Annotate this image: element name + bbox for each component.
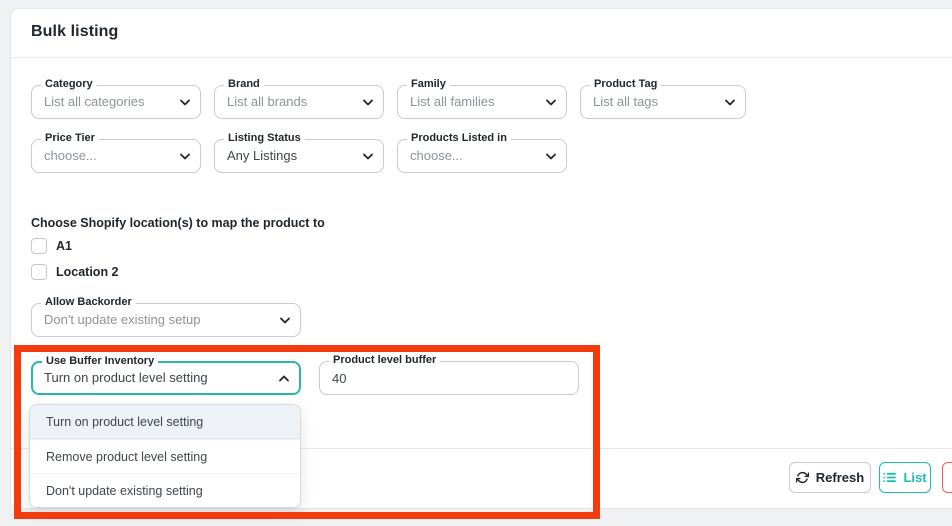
bulk-listing-card: Bulk listing Category List all categorie… (10, 8, 952, 509)
header-divider (11, 57, 952, 58)
chevron-down-icon (725, 98, 735, 106)
allow-backorder-value: Don't update existing setup (44, 304, 272, 336)
checkbox-icon[interactable] (31, 238, 47, 254)
dropdown-option-turn-on[interactable]: Turn on product level setting (30, 405, 300, 439)
location-option-location-2[interactable]: Location 2 (31, 263, 119, 281)
chevron-down-icon (546, 152, 556, 160)
product-tag-value: List all tags (593, 86, 717, 118)
chevron-down-icon (363, 98, 373, 106)
dropdown-option-remove[interactable]: Remove product level setting (30, 439, 300, 473)
chevron-down-icon (546, 98, 556, 106)
list-button[interactable]: List (879, 462, 931, 493)
family-value: List all families (410, 86, 538, 118)
products-listed-in-select[interactable]: Products Listed in choose... (397, 139, 567, 173)
product-level-buffer-field[interactable]: Product level buffer (319, 361, 579, 395)
chevron-up-icon (279, 374, 289, 382)
dropdown-option-dont-update[interactable]: Don't update existing setting (30, 473, 300, 507)
location-option-label: Location 2 (56, 265, 119, 279)
family-select[interactable]: Family List all families (397, 85, 567, 119)
allow-backorder-select[interactable]: Allow Backorder Don't update existing se… (31, 303, 301, 337)
checkbox-icon[interactable] (31, 264, 47, 280)
use-buffer-inventory-value: Turn on product level setting (44, 363, 271, 393)
refresh-icon (796, 471, 809, 484)
locations-heading: Choose Shopify location(s) to map the pr… (31, 216, 325, 230)
list-button-label: List (903, 470, 926, 485)
listing-status-select[interactable]: Listing Status Any Listings (214, 139, 384, 173)
refresh-button-label: Refresh (816, 470, 864, 485)
location-option-a1[interactable]: A1 (31, 237, 72, 255)
bulk-listing-page: Bulk listing Category List all categorie… (0, 0, 952, 526)
listing-status-value: Any Listings (227, 140, 355, 172)
chevron-down-icon (280, 316, 290, 324)
brand-value: List all brands (227, 86, 355, 118)
refresh-button[interactable]: Refresh (789, 462, 871, 493)
chevron-down-icon (180, 98, 190, 106)
chevron-down-icon (363, 152, 373, 160)
use-buffer-inventory-select[interactable]: Use Buffer Inventory Turn on product lev… (31, 361, 301, 395)
partial-clipped-button[interactable]: C (942, 462, 952, 493)
brand-select[interactable]: Brand List all brands (214, 85, 384, 119)
price-tier-value: choose... (44, 140, 172, 172)
product-level-buffer-input[interactable] (322, 364, 576, 392)
category-value: List all categories (44, 86, 172, 118)
category-select[interactable]: Category List all categories (31, 85, 201, 119)
chevron-down-icon (180, 152, 190, 160)
price-tier-select[interactable]: Price Tier choose... (31, 139, 201, 173)
product-tag-select[interactable]: Product Tag List all tags (580, 85, 746, 119)
buffer-dropdown-menu: Turn on product level setting Remove pro… (29, 404, 301, 508)
list-icon (883, 472, 896, 483)
products-listed-in-value: choose... (410, 140, 538, 172)
location-option-label: A1 (56, 239, 72, 253)
page-title: Bulk listing (31, 23, 118, 41)
